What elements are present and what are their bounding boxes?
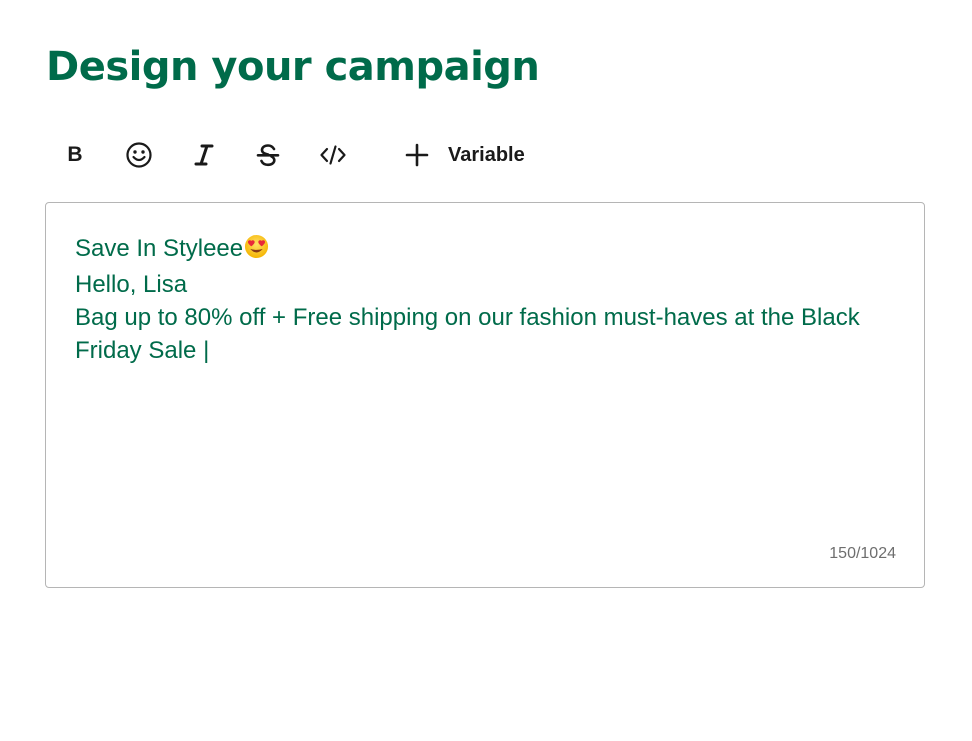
- bold-button[interactable]: B: [56, 134, 94, 176]
- formatting-toolbar: B Variable: [56, 134, 576, 176]
- text-caret: |: [203, 337, 210, 364]
- strikethrough-button[interactable]: [249, 134, 287, 176]
- strikethrough-icon: [255, 142, 281, 168]
- heart-eyes-emoji-icon: [244, 234, 269, 268]
- variable-label: Variable: [448, 143, 525, 166]
- message-text[interactable]: Save In Styleee Hello, Lisa Bag up to 80…: [75, 232, 920, 367]
- message-line-4: Friday Sale |: [75, 334, 920, 367]
- message-editor[interactable]: Save In Styleee Hello, Lisa Bag up to 80…: [45, 202, 925, 588]
- italic-button[interactable]: [185, 134, 223, 176]
- italic-icon: [193, 143, 215, 167]
- add-variable-button[interactable]: Variable: [402, 134, 525, 176]
- emoji-icon: [125, 141, 153, 169]
- plus-icon: [402, 140, 432, 170]
- message-line-3: Bag up to 80% off + Free shipping on our…: [75, 304, 860, 331]
- message-line-2: Hello, Lisa: [75, 271, 188, 298]
- message-line-4-text: Friday Sale: [75, 337, 204, 364]
- code-button[interactable]: [314, 134, 352, 176]
- bold-icon: B: [67, 143, 83, 166]
- message-line-1-text: Save In Styleee: [75, 235, 244, 262]
- code-icon: [319, 143, 347, 167]
- page-title: Design your campaign: [46, 44, 540, 90]
- emoji-button[interactable]: [120, 134, 158, 176]
- message-line-1: Save In Styleee: [75, 232, 920, 268]
- character-counter: 150/1024: [829, 545, 896, 562]
